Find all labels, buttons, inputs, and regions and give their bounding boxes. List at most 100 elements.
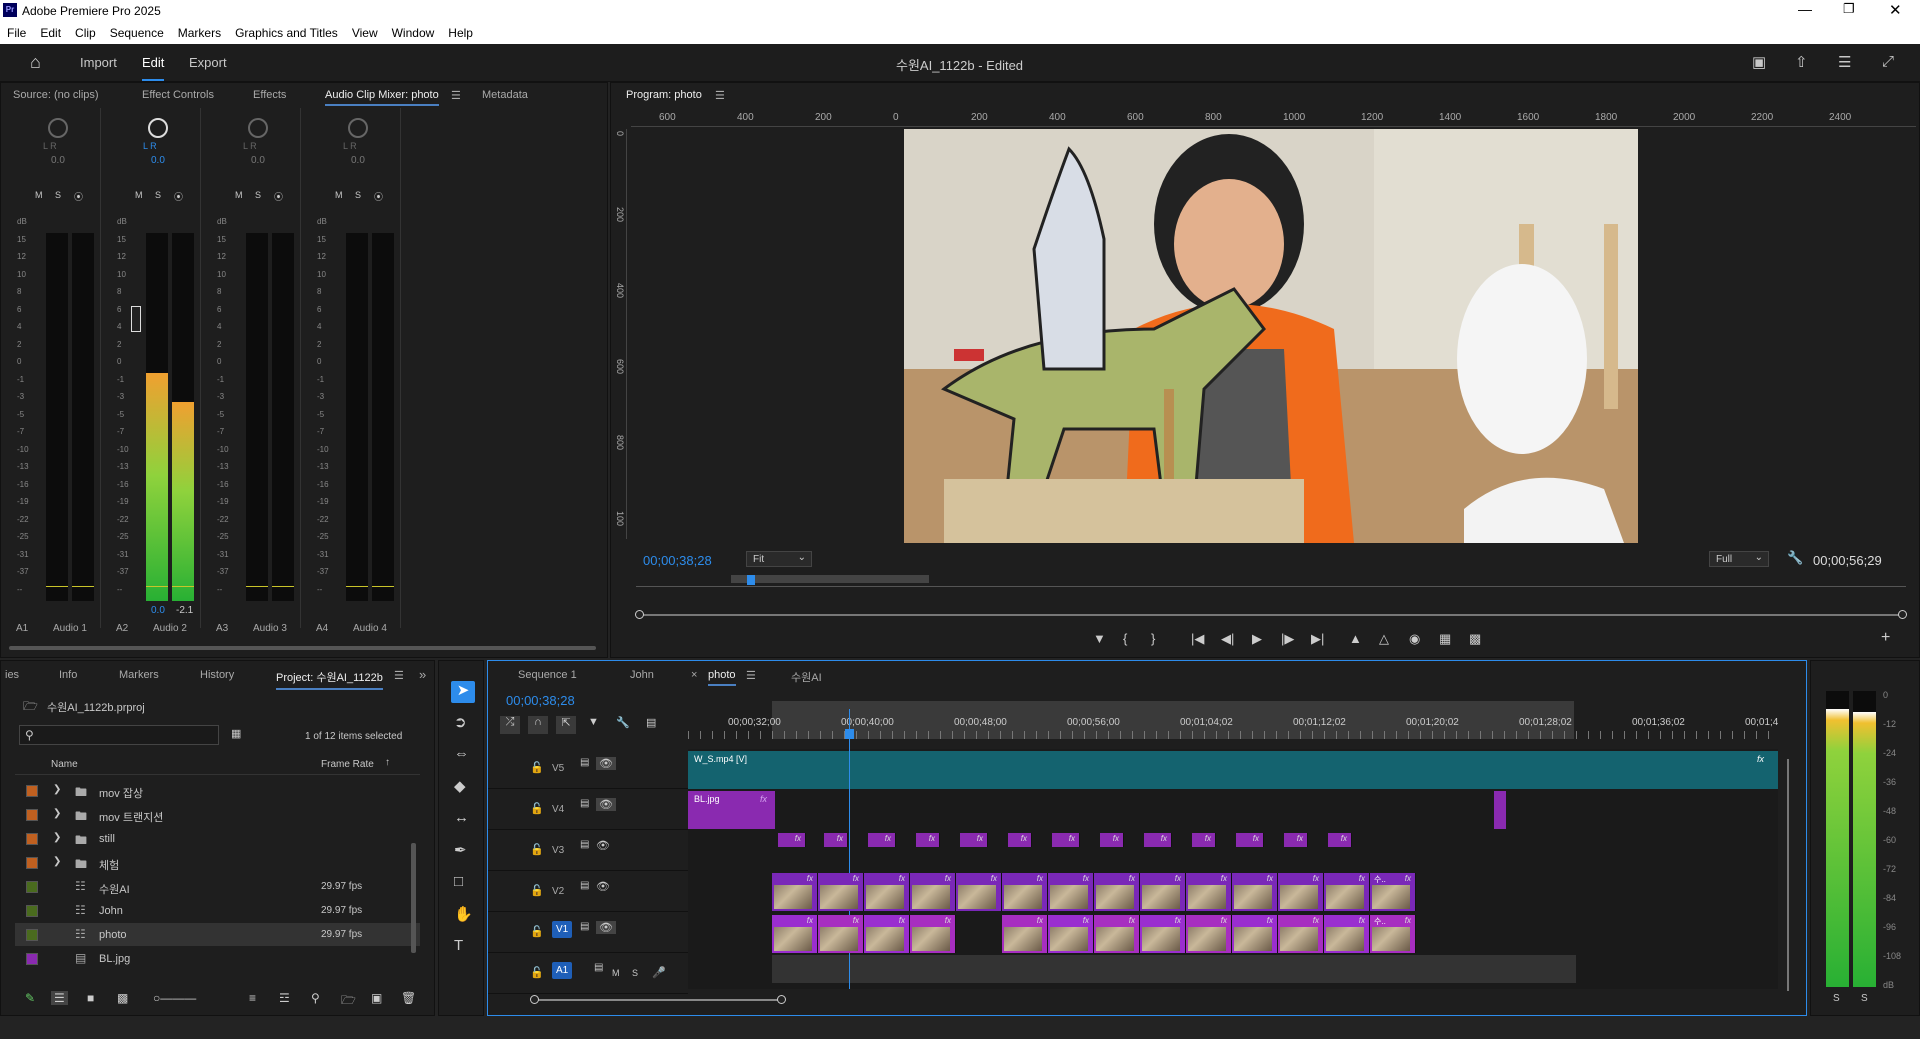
record-button[interactable]: ⦿ xyxy=(274,190,283,203)
timeline-clip[interactable]: fx xyxy=(1324,873,1370,911)
timeline-clip[interactable]: fx xyxy=(1324,915,1370,953)
pan-knob[interactable] xyxy=(348,118,368,138)
track-header-v1[interactable]: 🔓 V1 ▤ 👁 xyxy=(488,913,688,953)
tab-suwon-ai[interactable]: 수원AI xyxy=(791,669,822,685)
pan-knob[interactable] xyxy=(48,118,68,138)
timeline-clip[interactable]: fx xyxy=(956,873,1002,911)
captions-icon[interactable]: ▤ xyxy=(646,716,656,729)
razor-tool-icon[interactable]: ◆ xyxy=(454,777,466,795)
label-color-swatch[interactable] xyxy=(26,809,38,821)
eye-icon[interactable]: 👁 xyxy=(596,880,610,893)
hand-tool-icon[interactable]: ✋ xyxy=(454,905,473,923)
disclosure-chevron-icon[interactable]: ❯ xyxy=(53,808,61,819)
playhead-marker[interactable] xyxy=(747,575,755,585)
solo-button[interactable]: S xyxy=(255,190,261,200)
track-header-v2[interactable]: 🔓 V2 ▤ 👁 xyxy=(488,872,688,912)
tab-audio-clip-mixer[interactable]: Audio Clip Mixer: photo xyxy=(325,89,439,106)
slip-tool-icon[interactable]: ↔ xyxy=(454,809,469,826)
pen-tool-icon[interactable]: ✒ xyxy=(454,841,467,859)
timeline-clip[interactable]: fx xyxy=(1048,915,1094,953)
eye-icon[interactable]: 👁 xyxy=(596,798,616,811)
timeline-clip[interactable]: fx xyxy=(864,915,910,953)
tab-export[interactable]: Export xyxy=(189,55,227,70)
lift-icon[interactable]: ▲ xyxy=(1349,631,1362,646)
disclosure-chevron-icon[interactable]: ❯ xyxy=(53,856,61,867)
sync-icon[interactable]: ▤ xyxy=(580,757,589,768)
playhead-handle[interactable] xyxy=(845,729,854,739)
timeline-clip[interactable]: fx xyxy=(1186,915,1232,953)
sync-icon[interactable]: ▤ xyxy=(580,798,589,809)
timeline-scroll-end-handle[interactable] xyxy=(777,995,786,1004)
label-color-swatch[interactable] xyxy=(26,785,38,797)
menu-file[interactable]: File xyxy=(0,22,33,40)
project-item-sequence[interactable]: ☷ photo 29.97 fps xyxy=(15,923,420,946)
export-frame-icon[interactable]: ◉ xyxy=(1409,631,1420,647)
timeline-clip[interactable]: fx xyxy=(824,833,848,847)
timeline-clip[interactable]: fx xyxy=(1232,873,1278,911)
timeline-clip[interactable]: fx xyxy=(1094,873,1140,911)
tab-effect-controls[interactable]: Effect Controls xyxy=(142,89,214,101)
menu-window[interactable]: Window xyxy=(385,22,442,40)
project-item-sequence[interactable]: ☷ John 29.97 fps xyxy=(15,899,420,922)
pan-value[interactable]: 0.0 xyxy=(251,155,265,166)
microphone-icon[interactable]: 🎤 xyxy=(652,966,666,979)
compare-icon[interactable]: ▦ xyxy=(1439,631,1451,647)
timeline-clip[interactable]: fx xyxy=(910,873,956,911)
project-item-folder[interactable]: ❯ 🖿 체험 xyxy=(15,851,420,874)
solo-button[interactable]: S xyxy=(55,190,61,200)
solo-button[interactable]: S xyxy=(632,968,638,978)
timeline-clip[interactable]: fx xyxy=(1278,915,1324,953)
label-color-swatch[interactable] xyxy=(26,929,38,941)
timeline-clip[interactable]: fx xyxy=(1284,833,1308,847)
pan-value[interactable]: 0.0 xyxy=(351,155,365,166)
menu-edit[interactable]: Edit xyxy=(33,22,68,40)
zoom-scrollbar-start-handle[interactable] xyxy=(635,610,644,619)
timeline-clip[interactable]: fx xyxy=(1192,833,1216,847)
tab-markers[interactable]: Markers xyxy=(119,669,159,681)
mute-button[interactable]: M xyxy=(612,968,620,978)
timeline-clip[interactable]: fx xyxy=(916,833,940,847)
timeline-clip[interactable]: fx xyxy=(1008,833,1032,847)
timeline-clip[interactable]: fx xyxy=(1002,915,1048,953)
wrench-icon[interactable]: 🔧 xyxy=(616,716,630,729)
type-tool-icon[interactable]: T xyxy=(454,937,463,954)
timeline-clip[interactable]: fx xyxy=(772,915,818,953)
tab-metadata[interactable]: Metadata xyxy=(482,89,528,101)
workspaces-icon[interactable]: ☰ xyxy=(1838,53,1851,71)
timeline-clip[interactable]: fx 수.. xyxy=(1370,915,1416,953)
tab-history[interactable]: History xyxy=(200,669,234,681)
resolution-select[interactable]: Full ⌄ xyxy=(1709,551,1769,567)
add-marker-icon[interactable]: ▼ xyxy=(588,716,599,728)
timeline-clip[interactable]: fx xyxy=(1100,833,1124,847)
delete-icon[interactable]: 🗑 xyxy=(401,991,416,1005)
menu-view[interactable]: View xyxy=(345,22,385,40)
label-color-swatch[interactable] xyxy=(26,881,38,893)
step-forward-icon[interactable]: |▶ xyxy=(1281,631,1294,647)
monitor-mini-timeline[interactable] xyxy=(636,575,1906,587)
timeline-v-scrollbar[interactable] xyxy=(1787,759,1789,991)
new-bin-icon[interactable]: 🗁 xyxy=(341,991,356,1012)
lock-icon[interactable]: 🔓 xyxy=(530,884,544,897)
extract-icon[interactable]: △ xyxy=(1379,631,1389,647)
clip-w-s-mp4[interactable]: W_S.mp4 [V] fx xyxy=(688,751,1778,789)
timeline-clip[interactable]: fx xyxy=(1278,873,1324,911)
solo-left-button[interactable]: S xyxy=(1833,993,1840,1004)
pan-knob[interactable] xyxy=(248,118,268,138)
sync-icon[interactable]: ▤ xyxy=(580,839,589,850)
timeline-clip[interactable]: fx xyxy=(960,833,988,847)
multicam-icon[interactable]: ▩ xyxy=(1469,631,1481,647)
tab-source[interactable]: Source: (no clips) xyxy=(13,89,99,101)
sync-icon[interactable]: ▤ xyxy=(594,962,603,973)
more-panels-icon[interactable]: » xyxy=(419,667,426,682)
label-color-swatch[interactable] xyxy=(26,857,38,869)
disclosure-chevron-icon[interactable]: ❯ xyxy=(53,832,61,843)
timeline-clip[interactable]: fx xyxy=(1144,833,1172,847)
video-frame[interactable] xyxy=(904,129,1638,543)
lock-icon[interactable]: 🔓 xyxy=(530,802,544,815)
menu-sequence[interactable]: Sequence xyxy=(103,22,171,40)
selection-tool-icon[interactable]: ➤ xyxy=(451,681,475,703)
menu-help[interactable]: Help xyxy=(441,22,480,40)
mixer-scrollbar[interactable] xyxy=(9,646,596,650)
mark-out-icon[interactable]: } xyxy=(1151,631,1155,646)
timeline-clip[interactable]: fx xyxy=(1186,873,1232,911)
